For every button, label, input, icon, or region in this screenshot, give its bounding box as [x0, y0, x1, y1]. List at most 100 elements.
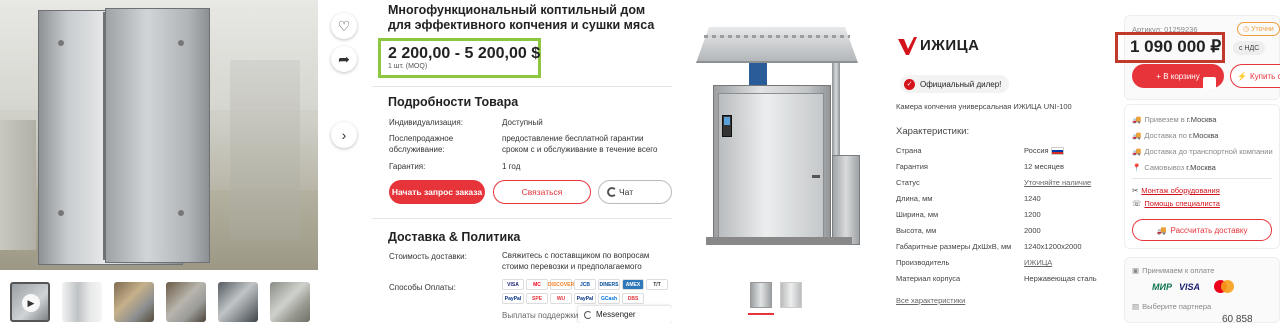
product-price: 1 090 000 ₽ — [1130, 37, 1222, 56]
spec-label: Страна — [896, 146, 922, 155]
payment-support-text: Выплаты поддержки в — [502, 311, 585, 320]
detail-value: Доступный — [502, 118, 543, 127]
manufacturer-link[interactable]: ИЖИЦА — [1024, 258, 1052, 267]
thumbnail-image[interactable] — [62, 282, 102, 322]
chat-button[interactable]: Чат — [598, 180, 672, 204]
paypal-logo: PayPal — [574, 293, 596, 304]
heart-icon[interactable]: ♡ — [331, 13, 357, 39]
spec-value: 2000 — [1024, 226, 1041, 235]
detail-label: Гарантия: — [389, 162, 426, 171]
spec-value: 1240x1200x2000 — [1024, 242, 1082, 251]
tools-icon: ✂ — [1132, 186, 1139, 195]
payment-row[interactable]: ▤ Выберите партнера — [1132, 302, 1211, 311]
dbs-logo: DBS — [622, 293, 644, 304]
izhitsa-logo-icon — [896, 35, 918, 57]
phone-icon: ☏ — [1132, 199, 1142, 208]
mastercard-logo: MC — [526, 279, 548, 290]
mir-logo: МИР — [1152, 282, 1172, 292]
payment-label: Способы Оплаты: — [389, 283, 456, 292]
delivery-heading: Доставка & Политика — [388, 230, 521, 244]
russia-flag-icon — [1051, 147, 1064, 155]
spec-value: Нержавеющая сталь — [1024, 274, 1097, 283]
spec-label: Производитель — [896, 258, 950, 267]
left-product-info: Многофункциональный коптильный дом для э… — [372, 0, 672, 323]
clock-icon: ◷ — [1243, 26, 1250, 33]
delivery-cost-label: Стоимость доставки: — [389, 252, 467, 261]
partner-icon: ▤ — [1132, 302, 1140, 311]
thumbnail-image[interactable] — [780, 282, 802, 308]
thumbnail-active-indicator — [748, 313, 774, 315]
thumbnail-image[interactable] — [218, 282, 258, 322]
thumbnail-image[interactable] — [270, 282, 310, 322]
thumbnail-image[interactable] — [166, 282, 206, 322]
clarify-badge[interactable]: ◷ Уточни — [1237, 22, 1280, 36]
availability-link[interactable]: Уточняйте наличие — [1024, 178, 1091, 187]
buy-now-button[interactable]: ⚡ Купить с — [1230, 64, 1280, 88]
thumbnail-video[interactable]: ▶ — [10, 282, 50, 322]
product-name: Камера копчения универсальная ИЖИЦА UNI-… — [896, 102, 1072, 111]
price-box: 2 200,00 - 5 200,00 $ 1 шт. (MOQ) — [378, 38, 541, 78]
specs-heading: Характеристики: — [896, 126, 970, 137]
spec-value: Россия — [1024, 146, 1049, 155]
lightning-icon: ⚡ — [1237, 71, 1247, 81]
product-title: Многофункциональный коптильный дом для э… — [388, 3, 655, 32]
messenger-label: Messenger — [596, 310, 636, 319]
left-product-gallery: ♡ ➦ › ▶ — [0, 0, 372, 323]
messenger-button[interactable]: Messenger — [578, 306, 672, 323]
messenger-icon — [584, 310, 592, 319]
moq-label: 1 шт. (MOQ) — [388, 63, 428, 70]
spec-label: Статус — [896, 178, 920, 187]
jcb-logo: JCB — [574, 279, 596, 290]
spec-value: 1240 — [1024, 194, 1041, 203]
chevron-right-icon[interactable]: › — [331, 122, 357, 148]
truck-icon: 🚚 — [1132, 115, 1142, 124]
all-specs-link[interactable]: Все характеристики — [896, 296, 965, 305]
thumbnail-image[interactable] — [114, 282, 154, 322]
wu-logo: WU — [550, 293, 572, 304]
check-icon: ✓ — [904, 78, 915, 90]
pin-icon: 📍 — [1132, 163, 1142, 172]
chat-icon — [607, 187, 617, 197]
amex-logo: AMEX — [622, 279, 644, 290]
payment-methods: VISA MC DISCOVER JCB DINERS AMEX T/T Pay… — [502, 279, 672, 309]
visa-logo: VISA — [502, 279, 524, 290]
spec-label: Длина, мм — [896, 194, 933, 203]
delivery-row: 🚚 Привезем в г.Москва — [1132, 115, 1217, 124]
contact-button[interactable]: Связаться — [493, 180, 591, 204]
official-dealer-label: Официальный дилер! — [920, 79, 1002, 89]
discover-logo: DISCOVER — [548, 279, 574, 290]
spec-label: Габаритные размеры ДхШхВ, мм — [896, 242, 1012, 251]
delivery-row: 📍 Самовывоз г.Москва — [1132, 163, 1216, 172]
delivery-row: 🚚 Доставка по г.Москва — [1132, 131, 1219, 140]
cart-icon — [1203, 77, 1216, 89]
service-row[interactable]: ☏ Помощь специалиста — [1132, 199, 1220, 208]
spec-value: 1200 — [1024, 210, 1041, 219]
delivery-cost-value: Свяжитесь с поставщиком по вопросам стои… — [502, 251, 650, 271]
spec-label: Высота, мм — [896, 226, 937, 235]
main-product-image[interactable] — [0, 0, 318, 270]
diners-logo: DINERS — [598, 279, 620, 290]
truck-icon: 🚚 — [1132, 147, 1142, 156]
play-icon: ▶ — [22, 294, 40, 312]
product-image[interactable] — [692, 5, 862, 250]
share-icon[interactable]: ➦ — [331, 46, 357, 72]
delivery-row: 🚚 Доставка до транспортной компании — [1132, 147, 1273, 156]
vat-badge: с НДС — [1233, 41, 1266, 55]
clarify-label: Уточни — [1251, 25, 1274, 33]
specs-table: Страна Россия Гарантия 12 месяцев Статус… — [896, 146, 1110, 296]
gcash-logo: GCash — [598, 293, 620, 304]
details-heading: Подробности Товара — [388, 95, 519, 109]
mastercard-logo — [1214, 280, 1234, 293]
truck-icon: 🚚 — [1132, 131, 1142, 140]
detail-value: предоставление бесплатной гарантии сроко… — [502, 134, 658, 154]
buy-now-label: Купить с — [1249, 71, 1280, 81]
thumbnail-image[interactable] — [750, 282, 772, 308]
spe-logo: SPE — [526, 293, 548, 304]
service-row[interactable]: ✂ Монтаж оборудования — [1132, 186, 1220, 195]
spec-value: 12 месяцев — [1024, 162, 1064, 171]
calculate-delivery-button[interactable]: 🚚 Рассчитать доставку — [1132, 219, 1272, 241]
start-order-button[interactable]: Начать запрос заказа — [389, 180, 485, 204]
detail-value: 1 год — [502, 162, 521, 171]
detail-label: Индивидуализация: — [389, 118, 463, 127]
spec-label: Ширина, мм — [896, 210, 939, 219]
